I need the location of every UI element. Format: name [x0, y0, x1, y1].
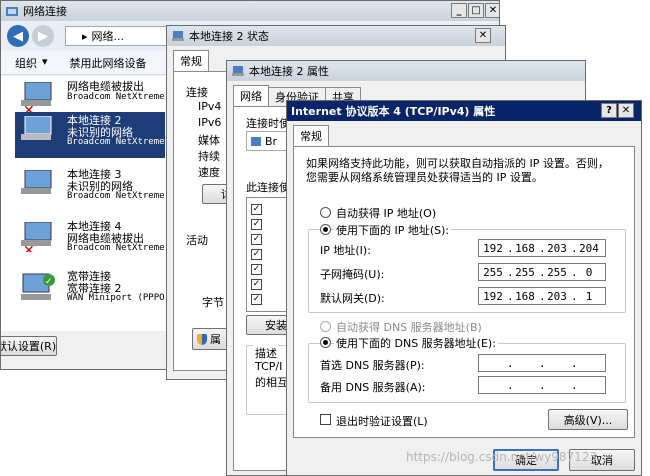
validate-label[interactable]: 退出时验证设置(L) [336, 413, 428, 429]
default-settings-button[interactable]: 默认设置(R) [1, 336, 57, 356]
network-adapter-icon: ✕ [21, 82, 52, 112]
auto-dns-label: 自动获得 DNS 服务器地址(B) [336, 321, 482, 334]
network-folder-icon [5, 5, 19, 17]
svg-text:✓: ✓ [45, 277, 53, 287]
svg-text:✕: ✕ [23, 243, 35, 252]
components-list[interactable]: ✓ ✓ ✓ ✓ ✓ ✓ ✓ [246, 197, 291, 312]
network-icon [171, 30, 185, 42]
breadcrumb-sep: ▸ [82, 29, 88, 43]
tab-general[interactable]: 常规 [293, 125, 329, 146]
subnet-mask-input[interactable]: 255. 255. 255. 0 [478, 263, 606, 281]
broadband-icon: ✓ [21, 273, 55, 300]
window-title: 网络连接 [23, 5, 67, 18]
validate-checkbox[interactable] [320, 414, 331, 425]
manual-dns-radio[interactable] [320, 337, 331, 348]
advanced-button[interactable]: 高级(V)... [548, 409, 628, 430]
adapter-item[interactable]: ✓ 宽带连接 宽带连接 2 WAN Miniport (PPPO [15, 268, 165, 314]
gateway-input[interactable]: 192. 168. 203. 1 [478, 287, 606, 305]
manual-ip-label[interactable]: 使用下面的 IP 地址(S): [334, 222, 452, 238]
back-icon[interactable]: ◀ [7, 25, 29, 47]
manual-dns-label[interactable]: 使用下面的 DNS 服务器地址(E): [334, 335, 498, 351]
tab-general[interactable]: 常规 [173, 50, 209, 71]
breadcrumb-label: 网络... [91, 30, 125, 43]
breadcrumb[interactable]: ▸ 网络... [65, 26, 175, 46]
alternate-dns-label: 备用 DNS 服务器(A): [320, 381, 426, 394]
network-adapter-icon: ✕ [21, 222, 52, 252]
component-checkbox[interactable]: ✓ [251, 264, 262, 275]
forward-icon[interactable]: ▶ [32, 25, 54, 47]
component-checkbox[interactable]: ✓ [251, 234, 262, 245]
gateway-label: 默认网关(D): [320, 292, 385, 305]
preferred-dns-input[interactable]: ... [478, 354, 606, 372]
chevron-down-icon: ▾ [42, 54, 48, 68]
ipv4-properties-dialog: Internet 协议版本 4 (TCP/IPv4) 属性 ? ✕ 常规 如果网… [286, 100, 642, 476]
network-adapter-icon [21, 170, 52, 194]
auto-ip-radio[interactable] [320, 207, 331, 218]
manual-ip-radio[interactable] [320, 224, 331, 235]
auto-dns-radio [320, 321, 331, 332]
adapter-item[interactable]: ✕ 本地连接 4 网络电缆被拔出 Broadcom NetXtreme [15, 218, 165, 264]
network-adapter-icon [21, 116, 52, 140]
auto-ip-label[interactable]: 自动获得 IP 地址(O) [336, 205, 436, 221]
svg-text:✕: ✕ [23, 103, 35, 112]
ip-address-input[interactable]: 192. 168. 203. 204 [478, 239, 606, 257]
window-title: Internet 协议版本 4 (TCP/IPv4) 属性 [291, 105, 496, 118]
ipv4-panel: 如果网络支持此功能，则可以获取自动指派的 IP 设置。否则， 您需要从网络系统管… [293, 146, 635, 438]
ip-address-label: IP 地址(I): [320, 244, 371, 257]
maximize-button[interactable]: □ [468, 3, 484, 18]
component-checkbox[interactable]: ✓ [251, 294, 262, 305]
component-checkbox[interactable]: ✓ [251, 204, 262, 215]
network-adapter-icon [251, 136, 261, 146]
minimize-button[interactable]: _ [451, 3, 467, 18]
alternate-dns-input[interactable]: ... [478, 376, 606, 394]
shield-icon [197, 333, 207, 345]
tab-network[interactable]: 网络 [233, 85, 269, 106]
watermark: https://blog.csdn.net/wy987123 [406, 450, 598, 464]
component-checkbox[interactable]: ✓ [251, 219, 262, 230]
window-title: 本地连接 2 属性 [249, 65, 329, 78]
status-titlebar[interactable]: 本地连接 2 状态 [167, 26, 505, 46]
organize-button[interactable]: 组织 ▾ [15, 55, 48, 71]
subnet-mask-label: 子网掩码(U): [320, 268, 385, 281]
close-button[interactable]: ✕ [485, 3, 499, 18]
component-checkbox[interactable]: ✓ [251, 249, 262, 260]
adapter-item[interactable]: 本地连接 3 未识别的网络 Broadcom NetXtreme [15, 166, 165, 212]
network-icon [231, 65, 245, 77]
window-title: 本地连接 2 状态 [189, 30, 269, 43]
close-button[interactable]: ✕ [475, 28, 491, 43]
component-checkbox[interactable]: ✓ [251, 279, 262, 290]
preferred-dns-label: 首选 DNS 服务器(P): [320, 359, 425, 372]
network-connections-titlebar[interactable]: 网络连接 [1, 1, 499, 21]
close-button[interactable]: ✕ [618, 103, 634, 118]
description-line-2: 您需要从网络系统管理员处获得适当的 IP 设置。 [306, 171, 543, 184]
disable-device-button[interactable]: 禁用此网络设备 [70, 55, 147, 71]
help-button[interactable]: ? [601, 103, 617, 118]
properties-titlebar[interactable]: 本地连接 2 属性 [227, 61, 585, 81]
ipv4-titlebar[interactable]: Internet 协议版本 4 (TCP/IPv4) 属性 [287, 101, 641, 121]
adapter-item-selected[interactable]: 本地连接 2 未识别的网络 Broadcom NetXtreme [15, 112, 165, 158]
